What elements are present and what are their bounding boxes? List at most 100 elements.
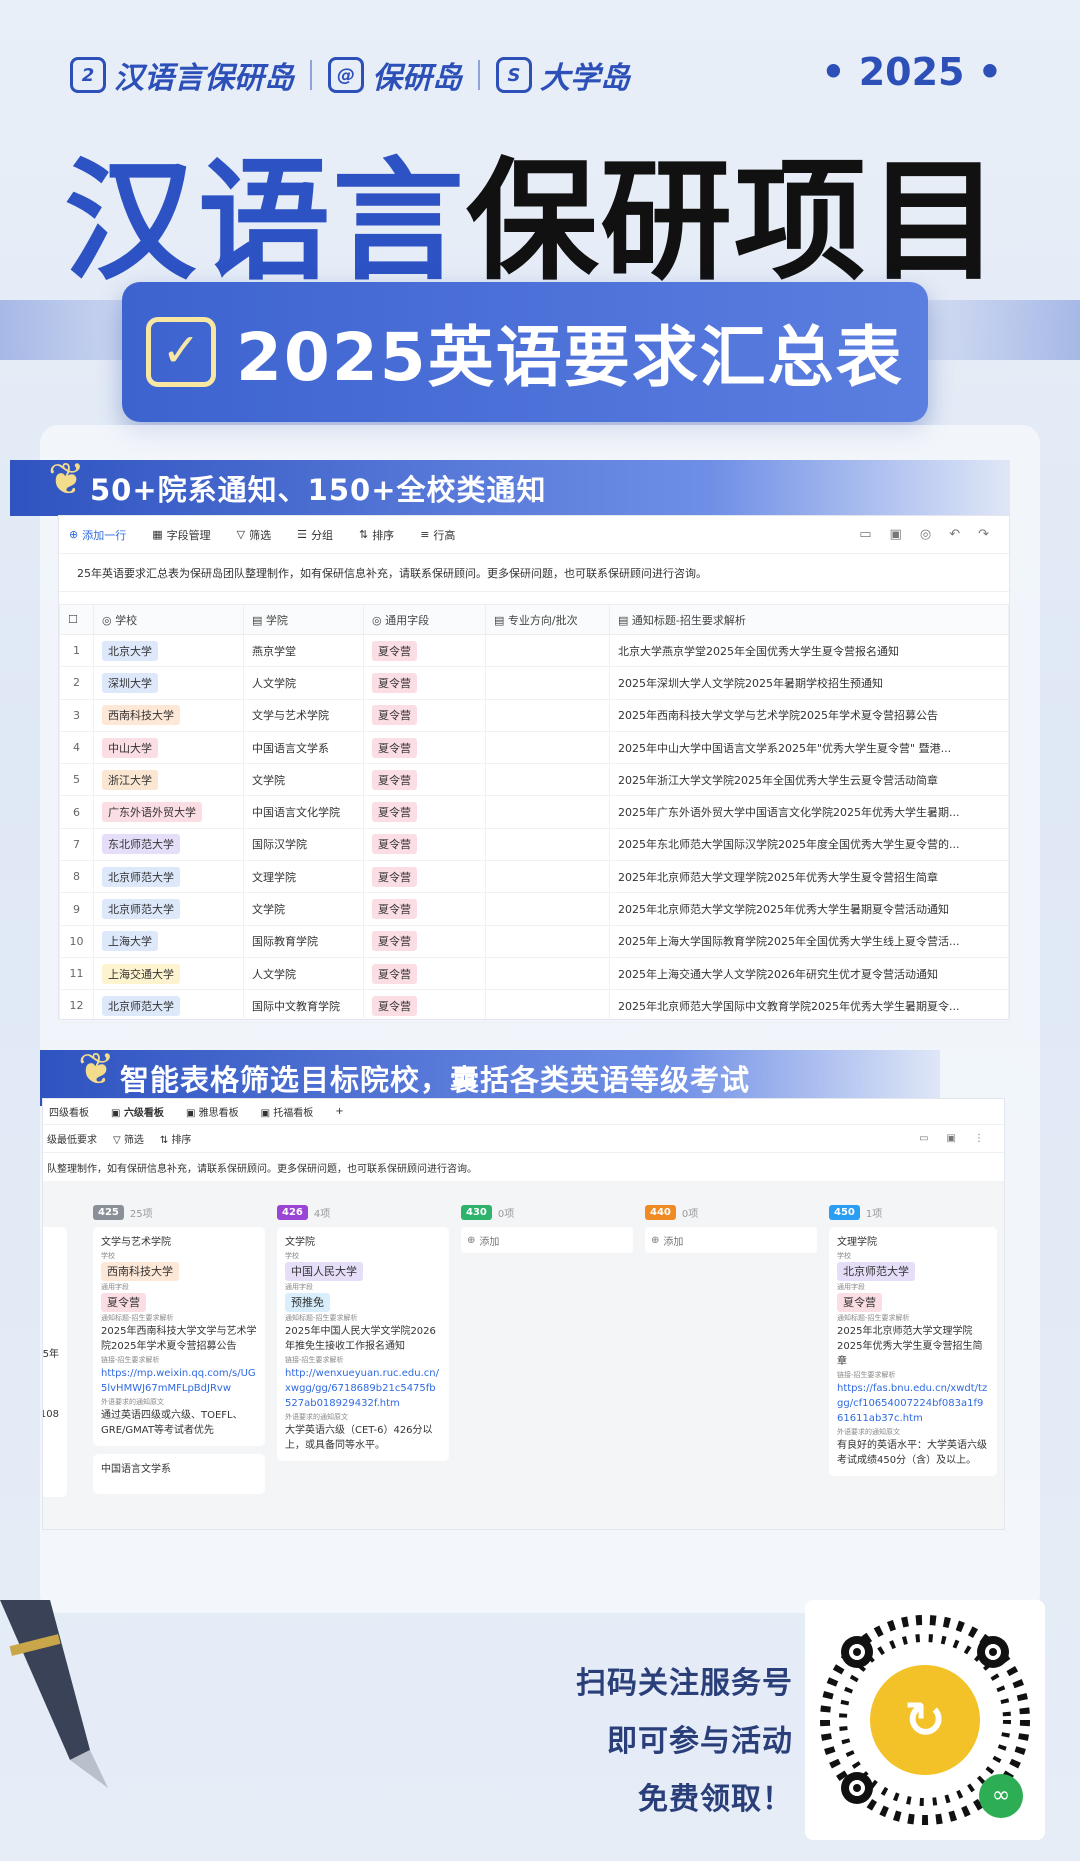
cell-type: 夏令营 [363, 795, 486, 829]
row-number: 5 [59, 763, 94, 797]
add-tab-button[interactable]: + [335, 1106, 343, 1117]
table-row[interactable]: 8 北京师范大学 文理学院 夏令营 2025年北京师范大学文理学院2025年优秀大学生夏… [59, 860, 1009, 894]
cell-school: 东北师范大学 [93, 827, 244, 862]
column-badge: 450 [829, 1204, 860, 1220]
kanban-group-field[interactable]: 级最低要求 [47, 1131, 97, 1146]
kanban-card[interactable]: 中国语言文学系 [93, 1454, 265, 1494]
type-tag: 夏令营 [372, 769, 417, 790]
filter-icon: ▽ [236, 528, 246, 541]
school-tag: 东北师范大学 [102, 834, 180, 855]
undo-icon[interactable]: ↶ [949, 527, 960, 542]
ribbon-1-text: 50+院系通知、150+全校类通知 [90, 473, 547, 507]
column-badge: 425 [93, 1204, 124, 1220]
school-tag: 西南科技大学 [102, 705, 180, 726]
kanban-toolbar: 级最低要求 ▽ 筛选 ⇅ 排序 ▭ ▣ ⋮ [43, 1125, 1004, 1153]
kanban-sort-button[interactable]: ⇅ 排序 [160, 1131, 192, 1146]
group-button[interactable]: ☰ 分组 [297, 527, 333, 543]
cell-type: 夏令营 [363, 698, 486, 732]
table-row[interactable]: 10 上海大学 国际教育学院 夏令营 2025年上海大学国际教育学院2025年全国优秀大… [59, 924, 1009, 958]
cell-notice: 2025年北京师范大学国际中文教育学院2025年优秀大学生暑期夏令... [609, 989, 1009, 1023]
header-school[interactable]: ◎ 学校 [93, 604, 244, 635]
sort-button[interactable]: ⇅ 排序 [359, 527, 394, 543]
cell-college: 国际教育学院 [243, 924, 364, 958]
header-major[interactable]: ▤ 专业方向/批次 [485, 604, 610, 635]
tab-ielts[interactable]: ▣ 雅思看板 [186, 1104, 239, 1119]
kanban-column-425: 425 25项 文学与艺术学院 学校 西南科技大学 通用字段 夏令营 通知标题-… [93, 1197, 265, 1529]
kanban-filter-button[interactable]: ▽ 筛选 [113, 1131, 144, 1146]
qr-code[interactable]: ↻ ∞ [805, 1600, 1045, 1840]
cta-line-3: 免费领取！ [638, 1782, 793, 1817]
save-icon[interactable]: ▣ [890, 527, 902, 542]
school-tag: 深圳大学 [102, 672, 158, 693]
type-tag: 夏令营 [372, 802, 417, 823]
row-number: 3 [59, 698, 94, 732]
cell-notice: 2025年中山大学中国语言文学系2025年"优秀大学生夏令营" 暨港... [609, 730, 1009, 765]
table-row[interactable]: 11 上海交通大学 人文学院 夏令营 2025年上海交通大学人文学院2026年研究生优才… [59, 956, 1009, 991]
cell-school: 上海大学 [93, 924, 244, 958]
column-count: 0项 [681, 1208, 699, 1220]
kanban-card[interactable]: 文学与艺术学院 学校 西南科技大学 通用字段 夏令营 通知标题-招生要求解析 2… [93, 1227, 265, 1446]
comment-icon[interactable]: ▭ [919, 1133, 928, 1144]
table-row[interactable]: 1 北京大学 燕京学堂 夏令营 北京大学燕京学堂2025年全国优秀大学生夏令营报名通知 [59, 633, 1009, 668]
header-notice[interactable]: ▤ 通知标题-招生要求解析 [609, 604, 1009, 635]
cell-college: 中国语言文学系 [243, 730, 364, 765]
table-row[interactable]: 4 中山大学 中国语言文学系 夏令营 2025年中山大学中国语言文学系2025年"优秀大… [59, 730, 1009, 765]
comment-icon[interactable]: ▭ [859, 527, 871, 542]
school-tag: 北京师范大学 [102, 995, 180, 1016]
header-type[interactable]: ◎ 通用字段 [363, 604, 486, 635]
notice-link[interactable]: https://fas.bnu.edu.cn/xwdt/tzgg/cf10654… [837, 1381, 989, 1426]
cell-college: 人文学院 [243, 666, 364, 700]
save-icon[interactable]: ▣ [947, 1133, 956, 1144]
cell-notice: 北京大学燕京学堂2025年全国优秀大学生夏令营报名通知 [609, 633, 1009, 668]
filter-button[interactable]: ▽ 筛选 [237, 527, 271, 543]
table-row[interactable]: 5 浙江大学 文学院 夏令营 2025年浙江大学文学院2025年全国优秀大学生云夏令营活… [59, 763, 1009, 797]
cell-school: 中山大学 [93, 730, 244, 765]
row-height-button[interactable]: ≡ 行高 [420, 527, 455, 543]
cell-major [485, 892, 610, 926]
row-height-icon: ≡ [420, 528, 430, 541]
cell-major [485, 730, 610, 765]
cell-college: 文理学院 [243, 860, 364, 894]
settings-icon[interactable]: ◎ [920, 527, 931, 542]
notice-link[interactable]: http://wenxueyuan.ruc.edu.cn/xwgg/gg/671… [285, 1366, 441, 1411]
add-card-button[interactable]: ⊕ 添加 [645, 1227, 817, 1253]
table-row[interactable]: 9 北京师范大学 文学院 夏令营 2025年北京师范大学文学院2025年优秀大学生暑期夏… [59, 892, 1009, 926]
tab-toefl[interactable]: ▣ 托福看板 [261, 1104, 314, 1119]
field-manage-button[interactable]: ▦ 字段管理 [152, 527, 210, 543]
cell-type: 夏令营 [363, 860, 486, 894]
table-row[interactable]: 6 广东外语外贸大学 中国语言文化学院 夏令营 2025年广东外语外贸大学中国语言文化学… [59, 795, 1009, 829]
kanban-card[interactable]: 5年 108 [43, 1227, 67, 1497]
kanban-card[interactable]: 文学院 学校 中国人民大学 通用字段 预推免 通知标题-招生要求解析 2025年… [277, 1227, 449, 1461]
table-row[interactable]: 3 西南科技大学 文学与艺术学院 夏令营 2025年西南科技大学文学与艺术学院2025年… [59, 698, 1009, 732]
kanban-card[interactable]: 文理学院 学校 北京师范大学 通用字段 夏令营 通知标题-招生要求解析 2025… [829, 1227, 997, 1476]
row-number: 8 [59, 860, 94, 894]
cell-notice: 2025年广东外语外贸大学中国语言文化学院2025年优秀大学生暑期... [609, 795, 1009, 829]
column-header: 425 25项 [93, 1197, 265, 1227]
table-row[interactable]: 12 北京师范大学 国际中文教育学院 夏令营 2025年北京师范大学国际中文教育学院20… [59, 989, 1009, 1023]
tab-cet6[interactable]: ▣ 六级看板 [111, 1104, 164, 1119]
cell-major [485, 666, 610, 700]
ribbon-2-text: 智能表格筛选目标院校，囊括各类英语等级考试 [120, 1063, 751, 1097]
tab-cet4[interactable]: 四级看板 [49, 1104, 89, 1119]
kanban-column-430: 430 0项 ⊕ 添加 [461, 1197, 633, 1529]
title-blue: 汉语言 [64, 145, 466, 299]
school-tag: 上海大学 [102, 931, 158, 952]
redo-icon[interactable]: ↷ [978, 527, 989, 542]
add-row-button[interactable]: ⊕ 添加一行 [69, 527, 126, 543]
cell-college: 国际汉学院 [243, 827, 364, 862]
notice-link[interactable]: https://mp.weixin.qq.com/s/UG5lvHMWJ67mM… [101, 1366, 257, 1396]
more-icon[interactable]: ⋮ [974, 1133, 984, 1144]
table-row[interactable]: 2 深圳大学 人文学院 夏令营 2025年深圳大学人文学院2025年暑期学校招生预通知 [59, 666, 1009, 700]
type-tag: 夏令营 [372, 834, 417, 855]
cell-major [485, 633, 610, 668]
brand-divider [478, 60, 480, 90]
add-card-button[interactable]: ⊕ 添加 [461, 1227, 633, 1253]
table-row[interactable]: 7 东北师范大学 国际汉学院 夏令营 2025年东北师范大学国际汉学院2025年度全国优… [59, 827, 1009, 862]
sort-icon: ⇅ [358, 528, 369, 541]
feather-icon: ❦ [78, 1044, 116, 1095]
cell-notice: 2025年浙江大学文学院2025年全国优秀大学生云夏令营活动简章 [609, 763, 1009, 797]
select-all-checkbox[interactable]: ☐ [59, 604, 94, 635]
cell-type: 夏令营 [363, 827, 486, 862]
header-college[interactable]: ▤ 学院 [243, 604, 364, 635]
cell-type: 夏令营 [363, 989, 486, 1023]
